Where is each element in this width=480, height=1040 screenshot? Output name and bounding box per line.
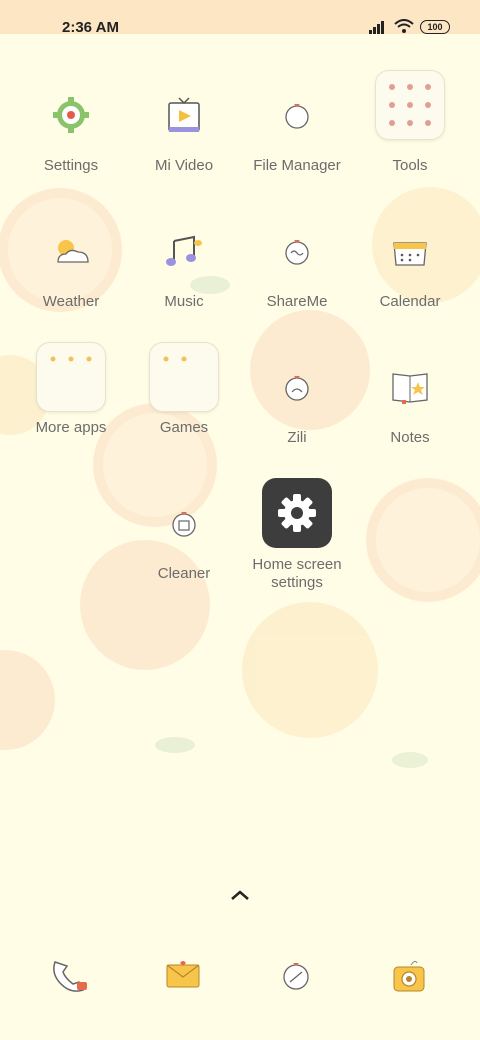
app-label: Games [159, 419, 209, 436]
browser-icon [283, 963, 309, 990]
app-mi-video[interactable]: Mi Video [129, 80, 239, 175]
file-manager-icon [262, 80, 332, 150]
chevron-up-icon[interactable] [228, 888, 252, 907]
folder-icon [36, 342, 106, 412]
video-icon [149, 80, 219, 150]
app-label: Weather [42, 293, 100, 310]
app-music[interactable]: Music [129, 216, 239, 311]
phone-icon [53, 961, 87, 992]
app-shareme[interactable]: ShareMe [242, 216, 352, 311]
shareme-icon [262, 216, 332, 286]
cleaner-icon [149, 488, 219, 558]
notes-icon [375, 352, 445, 422]
settings-icon [36, 80, 106, 150]
app-cleaner[interactable]: Cleaner [129, 488, 239, 583]
app-settings[interactable]: Settings [16, 80, 126, 175]
folder-more-apps[interactable]: More apps [16, 342, 126, 437]
dock-phone[interactable] [45, 950, 95, 1000]
music-icon [149, 216, 219, 286]
app-notes[interactable]: Notes [355, 352, 465, 447]
app-home-screen-settings[interactable]: Home screen settings [242, 478, 352, 592]
app-label: Notes [390, 429, 430, 446]
app-zili[interactable]: Zili [242, 352, 352, 447]
app-file-manager[interactable]: File Manager [242, 80, 352, 175]
camera-icon [393, 960, 425, 992]
messages-icon [166, 961, 200, 988]
app-label: Zili [287, 429, 307, 446]
status-icons: 100 [368, 19, 450, 34]
app-label: Settings [43, 157, 99, 174]
app-label: ShareMe [266, 293, 328, 310]
gear-icon [262, 478, 332, 548]
app-label: Mi Video [154, 157, 214, 174]
folder-icon [149, 342, 219, 412]
dock-browser[interactable] [271, 950, 321, 1000]
app-label: Tools [392, 157, 428, 174]
app-label: More apps [35, 419, 107, 436]
zili-icon [262, 352, 332, 422]
wifi-icon [394, 19, 414, 33]
app-label: File Manager [253, 157, 341, 174]
app-label: Cleaner [157, 565, 211, 582]
folder-tools[interactable]: Tools [355, 70, 465, 175]
app-label: Music [164, 293, 204, 310]
dock-messages[interactable] [158, 950, 208, 1000]
dock-camera[interactable] [384, 950, 434, 1000]
battery-icon: 100 [420, 19, 450, 34]
folder-games[interactable]: Games [129, 342, 239, 437]
folder-icon [375, 70, 445, 140]
weather-icon [36, 216, 106, 286]
status-time: 2:36 AM [62, 19, 119, 36]
signal-icon [369, 20, 384, 34]
app-calendar[interactable]: Calendar [355, 216, 465, 311]
app-weather[interactable]: Weather [16, 216, 126, 311]
calendar-icon [375, 216, 445, 286]
status-bar: 2:36 AM 100 [0, 0, 480, 36]
app-label: Calendar [379, 293, 441, 310]
app-label: Home screen settings [252, 556, 342, 591]
